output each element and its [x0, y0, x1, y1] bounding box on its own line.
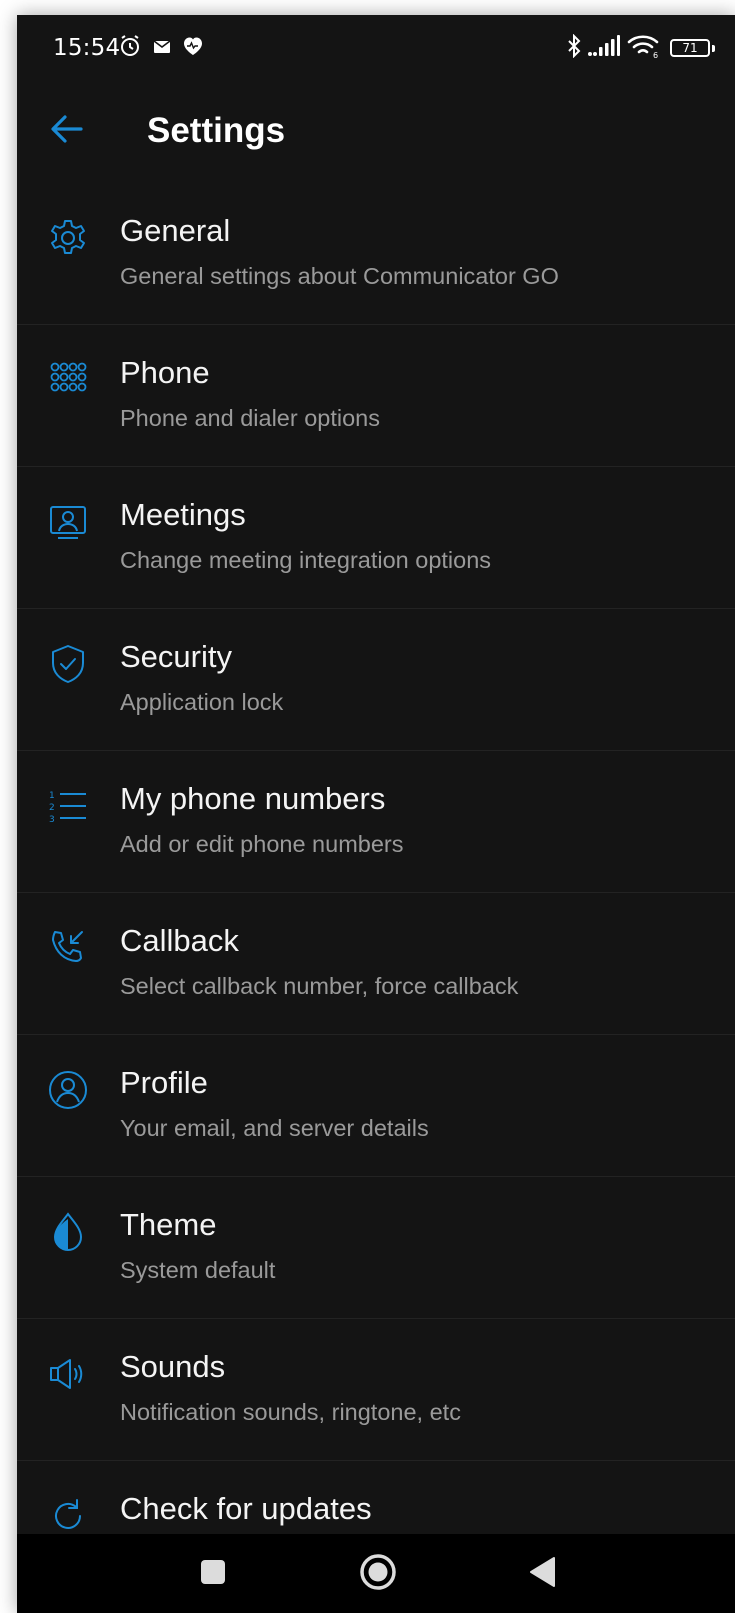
item-subtitle: Application lock	[120, 689, 284, 715]
svg-text:6: 6	[653, 51, 658, 59]
settings-item-security[interactable]: Security Application lock	[17, 609, 735, 751]
shield-check-icon	[47, 643, 89, 685]
status-time: 15:54	[53, 35, 121, 61]
heart-icon	[182, 36, 204, 60]
item-title: Check for updates	[120, 1491, 372, 1526]
settings-item-sounds[interactable]: Sounds Notification sounds, ringtone, et…	[17, 1319, 735, 1461]
item-subtitle: Select callback number, force callback	[120, 973, 519, 999]
item-title: Profile	[120, 1065, 208, 1100]
alarm-icon	[118, 34, 142, 62]
signal-icon	[588, 35, 620, 61]
item-title: My phone numbers	[120, 781, 386, 816]
item-subtitle: General settings about Communicator GO	[120, 263, 559, 289]
item-subtitle: Add or edit phone numbers	[120, 831, 404, 857]
refresh-icon	[47, 1495, 89, 1537]
mail-icon	[153, 39, 171, 58]
battery-icon: 71	[670, 39, 710, 57]
back-button[interactable]	[45, 109, 89, 153]
profile-icon	[47, 1069, 89, 1111]
settings-item-general[interactable]: General General settings about Communica…	[17, 183, 735, 325]
item-subtitle: Change meeting integration options	[120, 547, 492, 573]
settings-item-callback[interactable]: Callback Select callback number, force c…	[17, 893, 735, 1035]
nav-back-button[interactable]	[522, 1554, 562, 1594]
battery-level: 71	[682, 41, 698, 55]
item-title: Meetings	[120, 497, 246, 532]
arrow-left-icon	[50, 114, 84, 148]
gear-icon	[47, 217, 89, 259]
settings-item-meetings[interactable]: Meetings Change meeting integration opti…	[17, 467, 735, 609]
settings-item-profile[interactable]: Profile Your email, and server details	[17, 1035, 735, 1177]
app-bar: Settings	[17, 85, 735, 183]
item-title: Callback	[120, 923, 239, 958]
item-title: Phone	[120, 355, 210, 390]
back-triangle-icon	[528, 1556, 556, 1592]
item-subtitle: Your email, and server details	[120, 1115, 429, 1141]
item-title: Security	[120, 639, 232, 674]
speaker-icon	[47, 1353, 89, 1395]
item-subtitle: Notification sounds, ringtone, etc	[120, 1399, 461, 1425]
settings-item-my-phone-numbers[interactable]: 1 2 3 My phone numbers Add or edit phone…	[17, 751, 735, 893]
wifi-icon: 6	[626, 33, 660, 63]
meeting-icon	[47, 501, 89, 543]
status-system-icons: 6 71	[566, 33, 715, 63]
item-subtitle: Phone and dialer options	[120, 405, 381, 431]
dialpad-icon	[47, 359, 89, 401]
phone-screen: 15:54 6 71 Settings General General sett…	[17, 15, 735, 1613]
status-bar: 15:54 6 71	[17, 15, 735, 85]
item-title: Theme	[120, 1207, 217, 1242]
page-title: Settings	[147, 111, 286, 150]
item-title: General	[120, 213, 231, 248]
item-subtitle: System default	[120, 1257, 276, 1283]
home-button[interactable]	[358, 1554, 398, 1594]
battery-tip	[712, 44, 715, 52]
settings-item-phone[interactable]: Phone Phone and dialer options	[17, 325, 735, 467]
callback-icon	[47, 927, 89, 969]
system-nav-bar	[17, 1534, 735, 1613]
recent-apps-icon	[200, 1559, 226, 1589]
svg-text:1: 1	[49, 791, 55, 801]
recent-apps-button[interactable]	[193, 1554, 233, 1594]
home-icon	[359, 1553, 397, 1595]
settings-list: General General settings about Communica…	[17, 183, 735, 1603]
numbered-list-icon: 1 2 3	[47, 785, 89, 827]
svg-text:2: 2	[49, 803, 55, 813]
status-notification-icons	[118, 35, 204, 61]
item-title: Sounds	[120, 1349, 226, 1384]
theme-drop-icon	[47, 1211, 89, 1253]
settings-item-theme[interactable]: Theme System default	[17, 1177, 735, 1319]
bluetooth-icon	[566, 33, 582, 62]
svg-text:3: 3	[49, 815, 55, 825]
